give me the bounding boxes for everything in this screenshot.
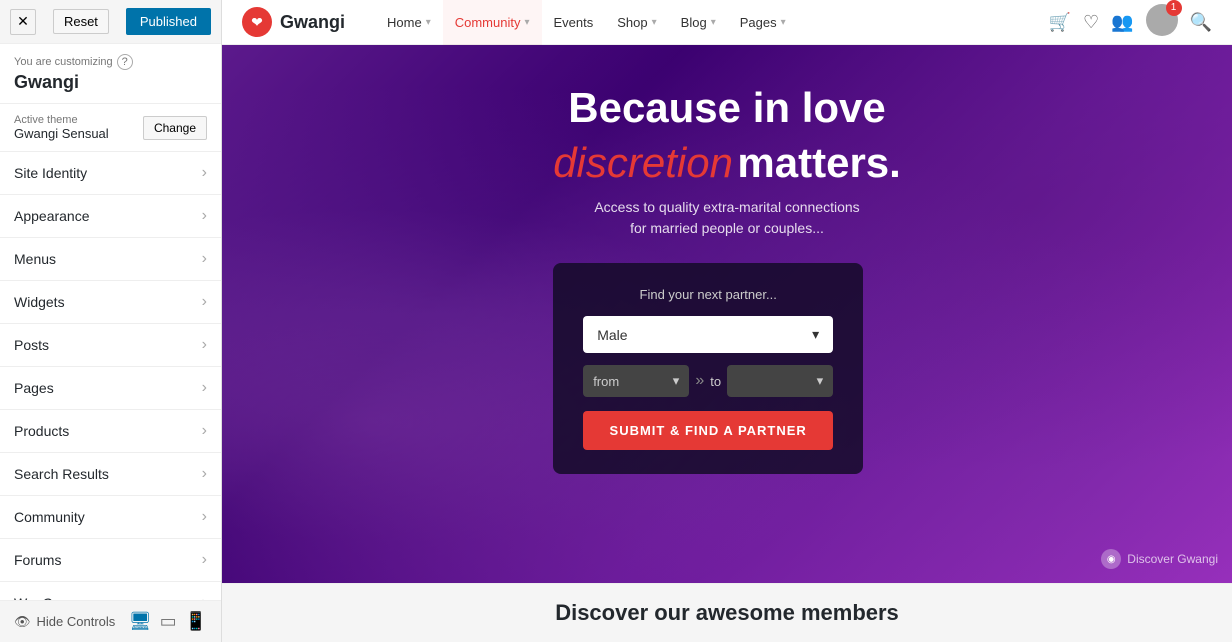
published-button[interactable]: Published	[126, 8, 211, 35]
chevron-right-icon: ›	[202, 422, 207, 440]
discover-icon: ◉	[1101, 549, 1121, 569]
customizer-panel: ✕ Reset Published You are customizing ? …	[0, 0, 222, 642]
nav-link-events[interactable]: Events	[542, 0, 606, 45]
forward-arrow-icon: »	[695, 372, 704, 390]
panel-footer: 👁 Hide Controls 🖥 ▭ 📱	[0, 600, 221, 642]
hero-section: Because in love discretion matters. Acce…	[222, 45, 1232, 583]
find-label: Find your next partner...	[583, 287, 833, 302]
hide-controls-button[interactable]: 👁 Hide Controls	[14, 614, 115, 630]
chevron-down-icon: ▾	[426, 17, 431, 28]
nav-link-shop[interactable]: Shop ▾	[605, 0, 668, 45]
site-nav: ❤ Gwangi Home ▾ Community ▾ Events Shop …	[222, 0, 1232, 45]
search-button[interactable]: 🔍	[1190, 12, 1212, 33]
menu-item-appearance[interactable]: Appearance›	[0, 195, 221, 238]
logo-icon: ❤	[242, 7, 272, 37]
submit-button[interactable]: SUBMIT & FIND A PARTNER	[583, 411, 833, 450]
nav-link-pages[interactable]: Pages ▾	[728, 0, 798, 45]
hero-content: Because in love discretion matters. Acce…	[553, 85, 901, 474]
menu-item-site-identity[interactable]: Site Identity›	[0, 152, 221, 195]
reset-button[interactable]: Reset	[53, 9, 109, 34]
chevron-right-icon: ›	[202, 336, 207, 354]
discover-badge: ◉ Discover Gwangi	[1101, 549, 1218, 569]
hero-title-line2: discretion matters.	[553, 139, 901, 187]
chevron-right-icon: ›	[202, 207, 207, 225]
chevron-down-icon: ▾	[781, 17, 786, 28]
nav-link-home[interactable]: Home ▾	[375, 0, 443, 45]
cart-button[interactable]: 🛒	[1049, 12, 1071, 33]
menu-item-woocommerce[interactable]: WooCommerce›	[0, 582, 221, 600]
chevron-right-icon: ›	[202, 379, 207, 397]
panel-menu: Site Identity›Appearance›Menus›Widgets›P…	[0, 152, 221, 600]
favorites-button[interactable]: ♡	[1083, 12, 1099, 33]
chevron-right-icon: ›	[202, 508, 207, 526]
change-theme-button[interactable]: Change	[143, 116, 207, 140]
gender-select[interactable]: Male ▾	[583, 316, 833, 353]
discover-section: Discover our awesome members	[222, 583, 1232, 642]
notification-badge: 1	[1166, 0, 1182, 16]
menu-item-community[interactable]: Community›	[0, 496, 221, 539]
chevron-right-icon: ›	[202, 465, 207, 483]
site-name: Gwangi	[14, 72, 207, 93]
nav-link-blog[interactable]: Blog ▾	[669, 0, 728, 45]
hero-bold: matters.	[737, 139, 900, 186]
logo-text: Gwangi	[280, 12, 345, 33]
help-icon[interactable]: ?	[117, 54, 133, 70]
age-from-select[interactable]: from ▾	[583, 365, 689, 397]
menu-item-products[interactable]: Products›	[0, 410, 221, 453]
members-button[interactable]: 👥	[1111, 12, 1133, 33]
hero-title-line1: Because in love	[553, 85, 901, 131]
hero-italic: discretion	[553, 139, 733, 186]
panel-title-section: You are customizing ? Gwangi	[0, 44, 221, 104]
chevron-right-icon: ›	[202, 164, 207, 182]
nav-link-community[interactable]: Community ▾	[443, 0, 542, 45]
age-row: from ▾ » to ▾	[583, 365, 833, 397]
footer-icons: 🖥 ▭ 📱	[129, 611, 207, 632]
active-theme-section: Active theme Gwangi Sensual Change	[0, 104, 221, 152]
chevron-down-icon: ▾	[524, 17, 529, 28]
search-card: Find your next partner... Male ▾ from ▾ …	[553, 263, 863, 474]
age-to-select[interactable]: ▾	[727, 365, 833, 397]
chevron-down-icon: ▾	[812, 326, 819, 343]
avatar-container: 1	[1146, 4, 1178, 41]
chevron-down-icon: ▾	[673, 373, 680, 389]
chevron-right-icon: ›	[202, 551, 207, 569]
discover-title: Discover our awesome members	[242, 600, 1212, 626]
panel-header: ✕ Reset Published	[0, 0, 221, 44]
hero-subtitle: Access to quality extra-marital connecti…	[553, 197, 901, 239]
chevron-right-icon: ›	[202, 293, 207, 311]
menu-item-posts[interactable]: Posts›	[0, 324, 221, 367]
desktop-view-button[interactable]: 🖥	[129, 611, 152, 632]
customizing-label: You are customizing ?	[14, 54, 207, 70]
chevron-right-icon: ›	[202, 250, 207, 268]
eye-icon: 👁	[14, 614, 31, 630]
menu-item-pages[interactable]: Pages›	[0, 367, 221, 410]
chevron-down-icon: ▾	[652, 17, 657, 28]
tablet-view-button[interactable]: ▭	[160, 611, 177, 632]
menu-item-forums[interactable]: Forums›	[0, 539, 221, 582]
menu-item-widgets[interactable]: Widgets›	[0, 281, 221, 324]
nav-links: Home ▾ Community ▾ Events Shop ▾ Blog ▾ …	[375, 0, 1049, 45]
site-logo: ❤ Gwangi	[242, 7, 345, 37]
chevron-down-icon: ▾	[711, 17, 716, 28]
active-theme-info: Active theme Gwangi Sensual	[14, 114, 109, 141]
nav-right: 🛒 ♡ 👥 1 🔍	[1049, 4, 1212, 41]
mobile-view-button[interactable]: 📱	[185, 611, 207, 632]
close-button[interactable]: ✕	[10, 9, 36, 35]
menu-item-menus[interactable]: Menus›	[0, 238, 221, 281]
main-preview: ❤ Gwangi Home ▾ Community ▾ Events Shop …	[222, 0, 1232, 642]
chevron-down-icon: ▾	[817, 373, 824, 389]
menu-item-search-results[interactable]: Search Results›	[0, 453, 221, 496]
